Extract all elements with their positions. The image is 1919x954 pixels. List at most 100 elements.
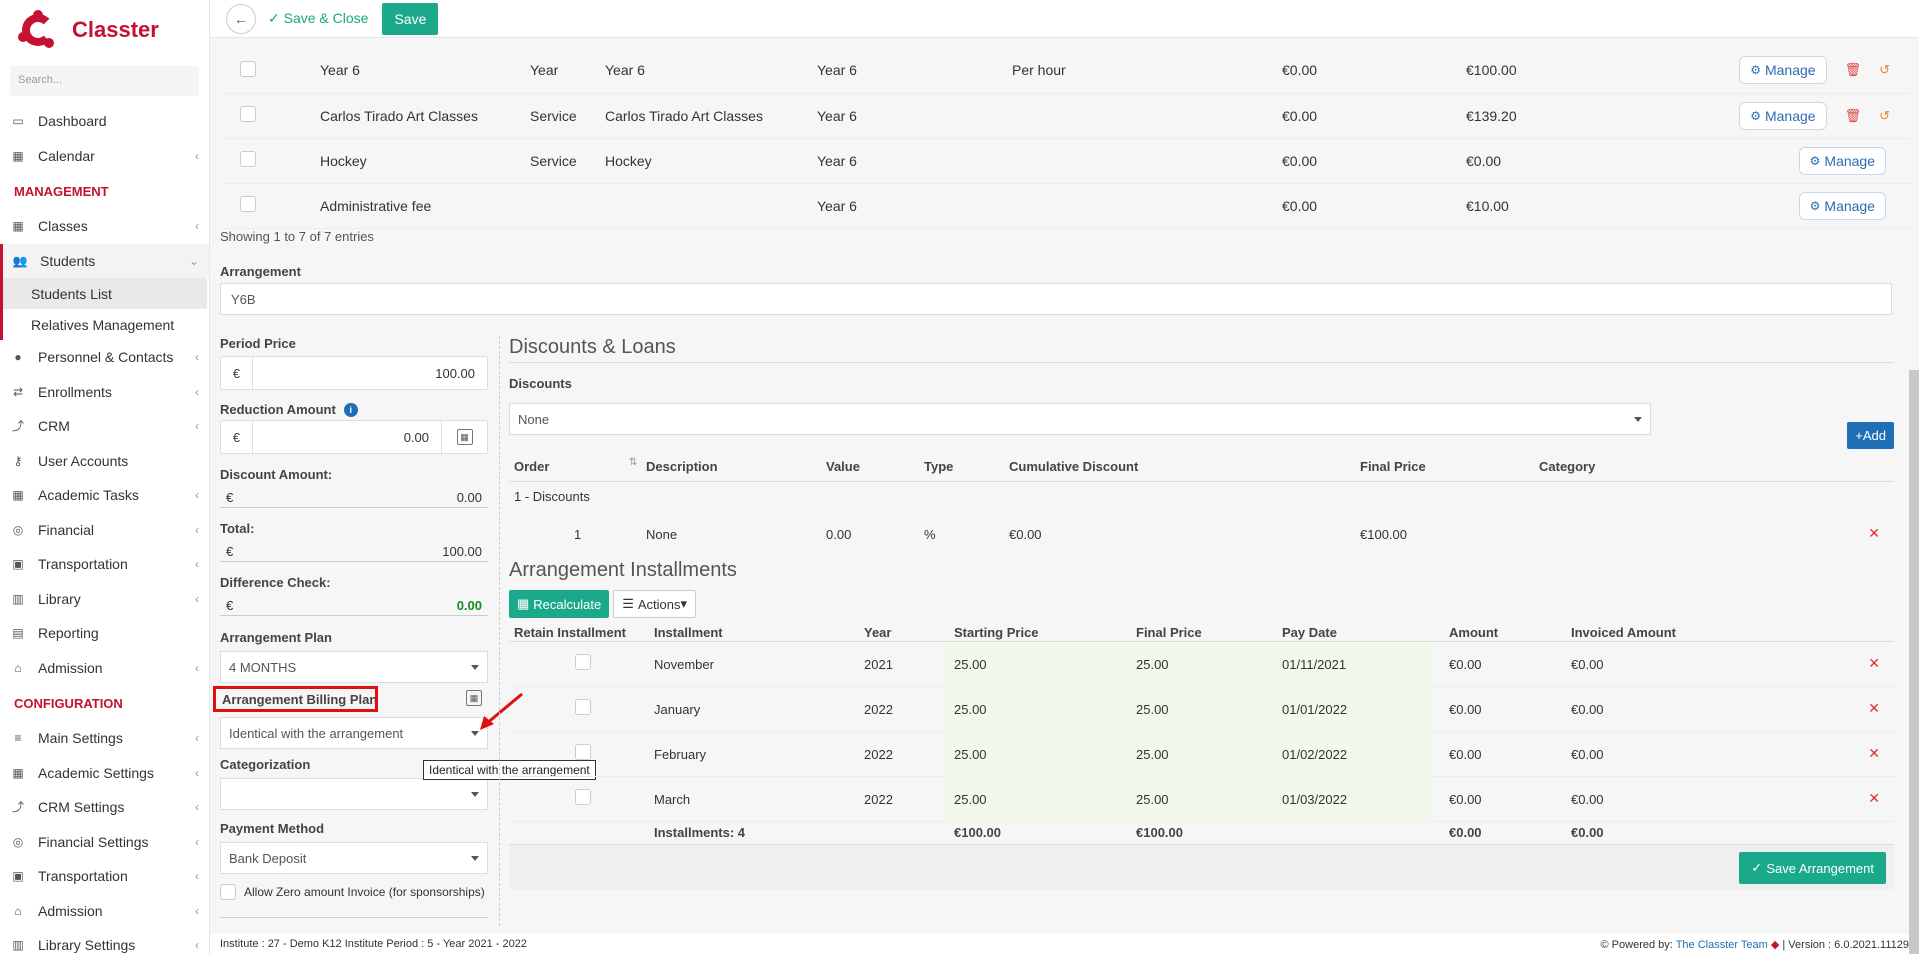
history-icon[interactable]: ↺ xyxy=(1879,108,1890,123)
sidebar-item-personnel-contacts[interactable]: ● Personnel & Contacts ‹ xyxy=(0,340,209,375)
sidebar-item-transportation[interactable]: ▣ Transportation ‹ xyxy=(0,859,209,894)
sidebar-item-admission[interactable]: ⌂ Admission ‹ xyxy=(0,894,209,929)
installment-cell: January xyxy=(654,702,701,717)
chevron-icon: ‹ xyxy=(195,903,199,918)
app-logo[interactable]: Classter xyxy=(0,0,209,60)
row-checkbox[interactable] xyxy=(240,60,256,77)
sidebar-item-reporting[interactable]: ▤ Reporting xyxy=(0,616,209,651)
crm-icon: ⤴ xyxy=(11,419,24,434)
sidebar-subitem-relatives-management[interactable]: Relatives Management xyxy=(0,309,209,340)
sidebar-item-crm[interactable]: ⤴ CRM ‹ xyxy=(0,409,209,444)
sidebar-item-label: Admission xyxy=(38,659,103,676)
page-scrollbar[interactable] xyxy=(1909,370,1919,954)
sidebar-item-library[interactable]: ▥ Library ‹ xyxy=(0,582,209,617)
sidebar-item-crm-settings[interactable]: ⤴ CRM Settings ‹ xyxy=(0,790,209,825)
save-close-button[interactable]: ✓ Save & Close xyxy=(268,10,368,27)
manage-button[interactable]: ⚙ Manage xyxy=(1798,191,1886,220)
calculator-button[interactable]: ▦ xyxy=(441,421,487,453)
trash-icon[interactable]: 🗑 xyxy=(1845,62,1862,77)
sidebar-item-students[interactable]: 👥 Students ⌄ xyxy=(0,243,209,278)
info-icon[interactable]: i xyxy=(343,402,358,417)
save-button[interactable]: Save xyxy=(382,2,439,35)
chevron-icon: ‹ xyxy=(195,488,199,502)
discount-amount-label: Discount Amount: xyxy=(220,467,333,482)
row-checkbox[interactable] xyxy=(240,106,256,122)
actions-dropdown[interactable]: ☰ Actions ▾ xyxy=(613,590,697,618)
sidebar-item-financial-settings[interactable]: ◎ Financial Settings ‹ xyxy=(0,825,209,860)
discounts-select[interactable]: None xyxy=(509,403,1651,435)
row-checkbox[interactable] xyxy=(240,196,256,212)
sidebar-item-admission[interactable]: ⌂ Admission ‹ xyxy=(0,651,209,686)
sidebar-item-financial[interactable]: ◎ Financial ‹ xyxy=(0,513,209,548)
section-configuration: CONFIGURATION xyxy=(14,695,123,711)
reduction-input[interactable]: € 0.00 ▦ xyxy=(220,420,488,454)
billing-plan-select[interactable]: Identical with the arrangement xyxy=(220,717,488,749)
sidebar-item-label: Admission xyxy=(38,902,103,919)
payment-method-select[interactable]: Bank Deposit xyxy=(220,842,488,874)
cell-item: Hockey xyxy=(605,138,817,184)
add-discount-button[interactable]: +Add xyxy=(1847,422,1894,449)
save-arrangement-button[interactable]: ✓ Save Arrangement xyxy=(1739,852,1886,884)
retain-checkbox[interactable] xyxy=(575,699,591,715)
trash-icon[interactable]: 🗑 xyxy=(1845,108,1862,123)
sidebar-item-enrollments[interactable]: ⇄ Enrollments ‹ xyxy=(0,375,209,410)
caret-down-icon xyxy=(1634,417,1642,422)
manage-button[interactable]: ⚙ Manage xyxy=(1798,146,1886,175)
manage-button[interactable]: ⚙ Manage xyxy=(1739,56,1827,85)
remove-installment-icon[interactable]: ✕ xyxy=(1868,655,1880,672)
discount-cell: % xyxy=(924,527,936,542)
retain-checkbox[interactable] xyxy=(575,654,591,670)
team-link[interactable]: The Classter Team xyxy=(1676,939,1768,951)
sidebar-item-transportation[interactable]: ▣ Transportation ‹ xyxy=(0,547,209,582)
cell-name: Year 6 xyxy=(320,48,530,94)
remove-installment-icon[interactable]: ✕ xyxy=(1868,700,1880,717)
sidebar-item-academic-tasks[interactable]: ▦ Academic Tasks ‹ xyxy=(0,478,209,513)
arrangement-input[interactable]: Y6B xyxy=(220,283,1892,315)
sidebar-subitem-students-list[interactable]: Students List xyxy=(0,278,207,309)
history-icon[interactable]: ↺ xyxy=(1879,62,1890,77)
sidebar-search-input[interactable]: Search... xyxy=(10,66,199,96)
toolbar: ← ✓ Save & Close Save xyxy=(210,0,1919,38)
period-price-input[interactable]: € 100.00 xyxy=(220,356,488,390)
recalculate-button[interactable]: ▦ Recalculate xyxy=(509,590,610,618)
sidebar: Classter Search... ▭ Dashboard ▦ Calendar ‹ M… xyxy=(0,0,210,954)
back-button[interactable]: ← xyxy=(226,3,256,34)
installment-cell: 25.00 xyxy=(1136,747,1169,762)
discount-cell: None xyxy=(646,527,678,542)
difference-check-label: Difference Check: xyxy=(220,575,331,590)
divider xyxy=(220,917,488,918)
sidebar-item-label: Financial Settings xyxy=(38,833,149,850)
caret-down-icon xyxy=(471,665,479,670)
remove-installment-icon[interactable]: ✕ xyxy=(1868,745,1880,762)
sidebar-item-academic-settings[interactable]: ▦ Academic Settings ‹ xyxy=(0,756,209,791)
app-name: Classter xyxy=(72,17,159,42)
retain-checkbox[interactable] xyxy=(575,789,591,805)
sidebar-item-main-settings[interactable]: ≡ Main Settings ‹ xyxy=(0,721,209,756)
zero-invoice-checkbox[interactable] xyxy=(220,884,236,900)
chevron-icon: ‹ xyxy=(195,219,199,233)
retain-checkbox[interactable] xyxy=(575,744,591,760)
sidebar-item-library-settings[interactable]: ▥ Library Settings ‹ xyxy=(0,928,209,954)
bus-icon: ▣ xyxy=(12,869,24,884)
sidebar-item-label: Transportation xyxy=(38,868,128,885)
sidebar-item-label: CRM xyxy=(38,418,70,435)
sidebar-item-calendar[interactable]: ▦ Calendar ‹ xyxy=(0,139,209,174)
categorization-select[interactable] xyxy=(220,778,488,810)
footer-institute: Institute : 27 - Demo K12 Institute Peri… xyxy=(220,938,527,950)
cell-price: €100.00 xyxy=(1466,48,1642,94)
sidebar-item-dashboard[interactable]: ▭ Dashboard xyxy=(0,104,209,139)
installment-cell: €0.00 xyxy=(1449,747,1482,762)
remove-discount-icon[interactable]: ✕ xyxy=(1868,525,1880,542)
sidebar-item-classes[interactable]: ▦ Classes ‹ xyxy=(0,209,209,244)
cell-discount: €0.00 xyxy=(1282,183,1466,229)
table-row: Year 6 Year Year 6 Year 6 Per hour €0.00 €100.… xyxy=(220,48,1910,94)
row-checkbox[interactable] xyxy=(240,151,256,167)
remove-installment-icon[interactable]: ✕ xyxy=(1868,790,1880,807)
sort-icon[interactable]: ⇅ xyxy=(629,457,637,468)
manage-button[interactable]: ⚙ Manage xyxy=(1739,101,1827,130)
installment-cell: 2022 xyxy=(864,747,893,762)
sidebar-item-user-accounts[interactable]: ⚷ User Accounts xyxy=(0,444,209,479)
discounts-label: Discounts xyxy=(509,376,572,391)
arrangement-plan-select[interactable]: 4 MONTHS xyxy=(220,651,488,683)
sidebar-item-label: Financial xyxy=(38,521,95,538)
